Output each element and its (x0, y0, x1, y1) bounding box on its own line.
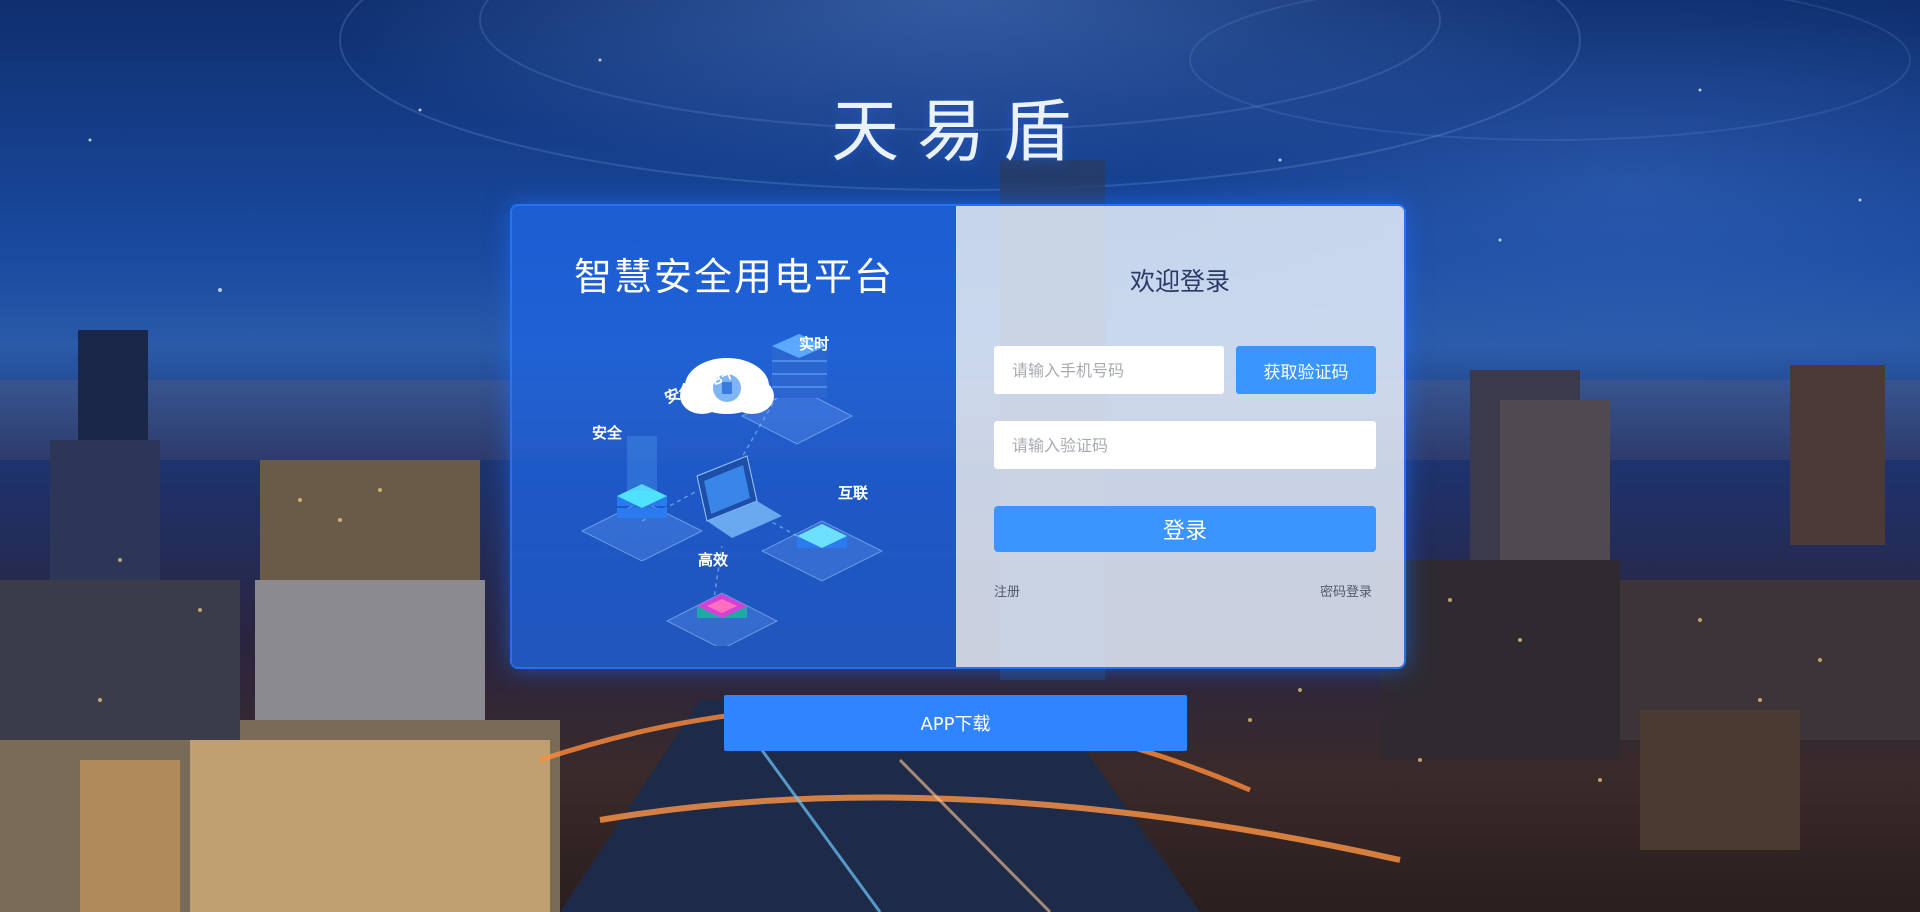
label-realtime: 实时 (799, 335, 830, 353)
phone-input[interactable] (994, 346, 1224, 394)
code-input[interactable] (994, 421, 1376, 469)
get-code-button[interactable]: 获取验证码 (1236, 346, 1376, 394)
login-card: 智慧安全用电平台 安全用电平台 实时 安全 互联 高效 欢迎登录 请输入手机号码… (510, 204, 1406, 669)
label-safety: 安全 (592, 424, 623, 442)
login-panel: 欢迎登录 获取验证码 登录 注册 密码登录 (956, 206, 1404, 667)
app-download-button[interactable]: APP下载 (724, 695, 1187, 751)
login-button[interactable]: 登录 (994, 506, 1376, 552)
register-link[interactable]: 注册 (994, 581, 1020, 600)
platform-title: 智慧安全用电平台 (573, 255, 894, 299)
brand-title: 天易盾 (830, 93, 1089, 172)
platform-panel: 智慧安全用电平台 安全用电平台 实时 安全 互联 高效 (512, 206, 956, 667)
label-interconnect: 互联 (838, 484, 869, 502)
password-login-link[interactable]: 密码登录 (1320, 581, 1372, 600)
label-efficient: 高效 (698, 551, 729, 569)
welcome-heading: 欢迎登录 (1129, 267, 1230, 296)
